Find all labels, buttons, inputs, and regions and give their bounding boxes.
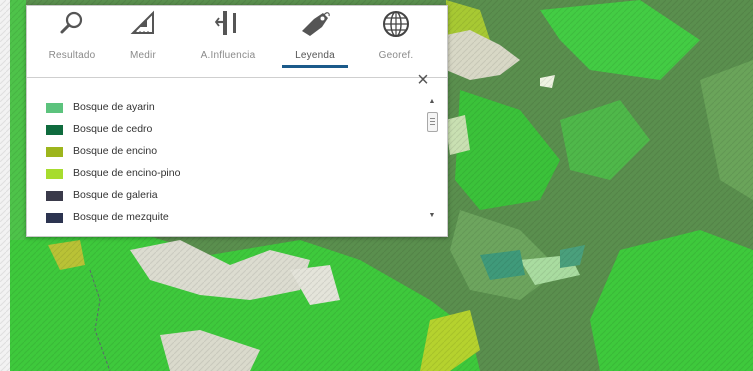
tool-label: Leyenda [295,50,335,61]
legend-swatch [46,169,63,179]
tool-label: Georef. [378,50,414,61]
tool-label: Medir [129,50,156,61]
tool-label: Resultado [48,50,96,61]
globe-icon [383,11,409,37]
tool-resultado[interactable]: Resultado [37,6,107,72]
legend-swatch [46,213,63,223]
legend-swatch [46,103,63,113]
legend-label: Bosque de cedro [73,123,153,135]
legend-item: Bosque de cedro [46,121,406,139]
tool-leyenda[interactable]: Leyenda [280,6,350,72]
map-tools-panel: Resultado Medir A.Influencia Leyenda Geo… [26,5,448,237]
legend-swatch [46,191,63,201]
tools-toolbar: Resultado Medir A.Influencia Leyenda Geo… [27,6,447,72]
influence-area-icon [214,11,236,35]
legend-label: Bosque de galeria [73,189,158,201]
magnifier-icon [60,11,83,34]
legend-item: Bosque de ayarin [46,99,406,117]
legend-label: Bosque de mezquite [73,211,169,223]
tool-label: A.Influencia [200,50,256,61]
legend-label: Bosque de ayarin [73,101,155,113]
toolbar-divider [27,77,447,78]
legend-swatch [46,125,63,135]
legend-label: Bosque de encino-pino [73,167,181,179]
legend-item: Bosque de mezquite [46,209,406,227]
legend-item: Bosque de galeria [46,187,406,205]
legend-item: Bosque de encino [46,143,406,161]
scroll-down-arrow-icon[interactable]: ▼ [425,210,439,222]
tool-georef[interactable]: Georef. [361,6,431,72]
scroll-up-arrow-icon[interactable]: ▲ [425,96,439,108]
scrollbar-thumb[interactable] [427,112,438,132]
legend-scrollbar[interactable]: ▲ ▼ [425,92,439,222]
legend-swatch [46,147,63,157]
legend-item: Bosque de encino-pino [46,165,406,183]
legend-list: Bosque de ayarin Bosque de cedro Bosque … [27,92,419,230]
legend-label: Bosque de encino [73,145,158,157]
close-icon[interactable]: × [413,70,433,90]
active-tab-indicator [282,65,348,68]
tool-medir[interactable]: Medir [108,6,178,72]
ruler-triangle-icon [130,10,154,34]
tool-a-influencia[interactable]: A.Influencia [193,6,263,72]
tag-icon [302,12,330,36]
